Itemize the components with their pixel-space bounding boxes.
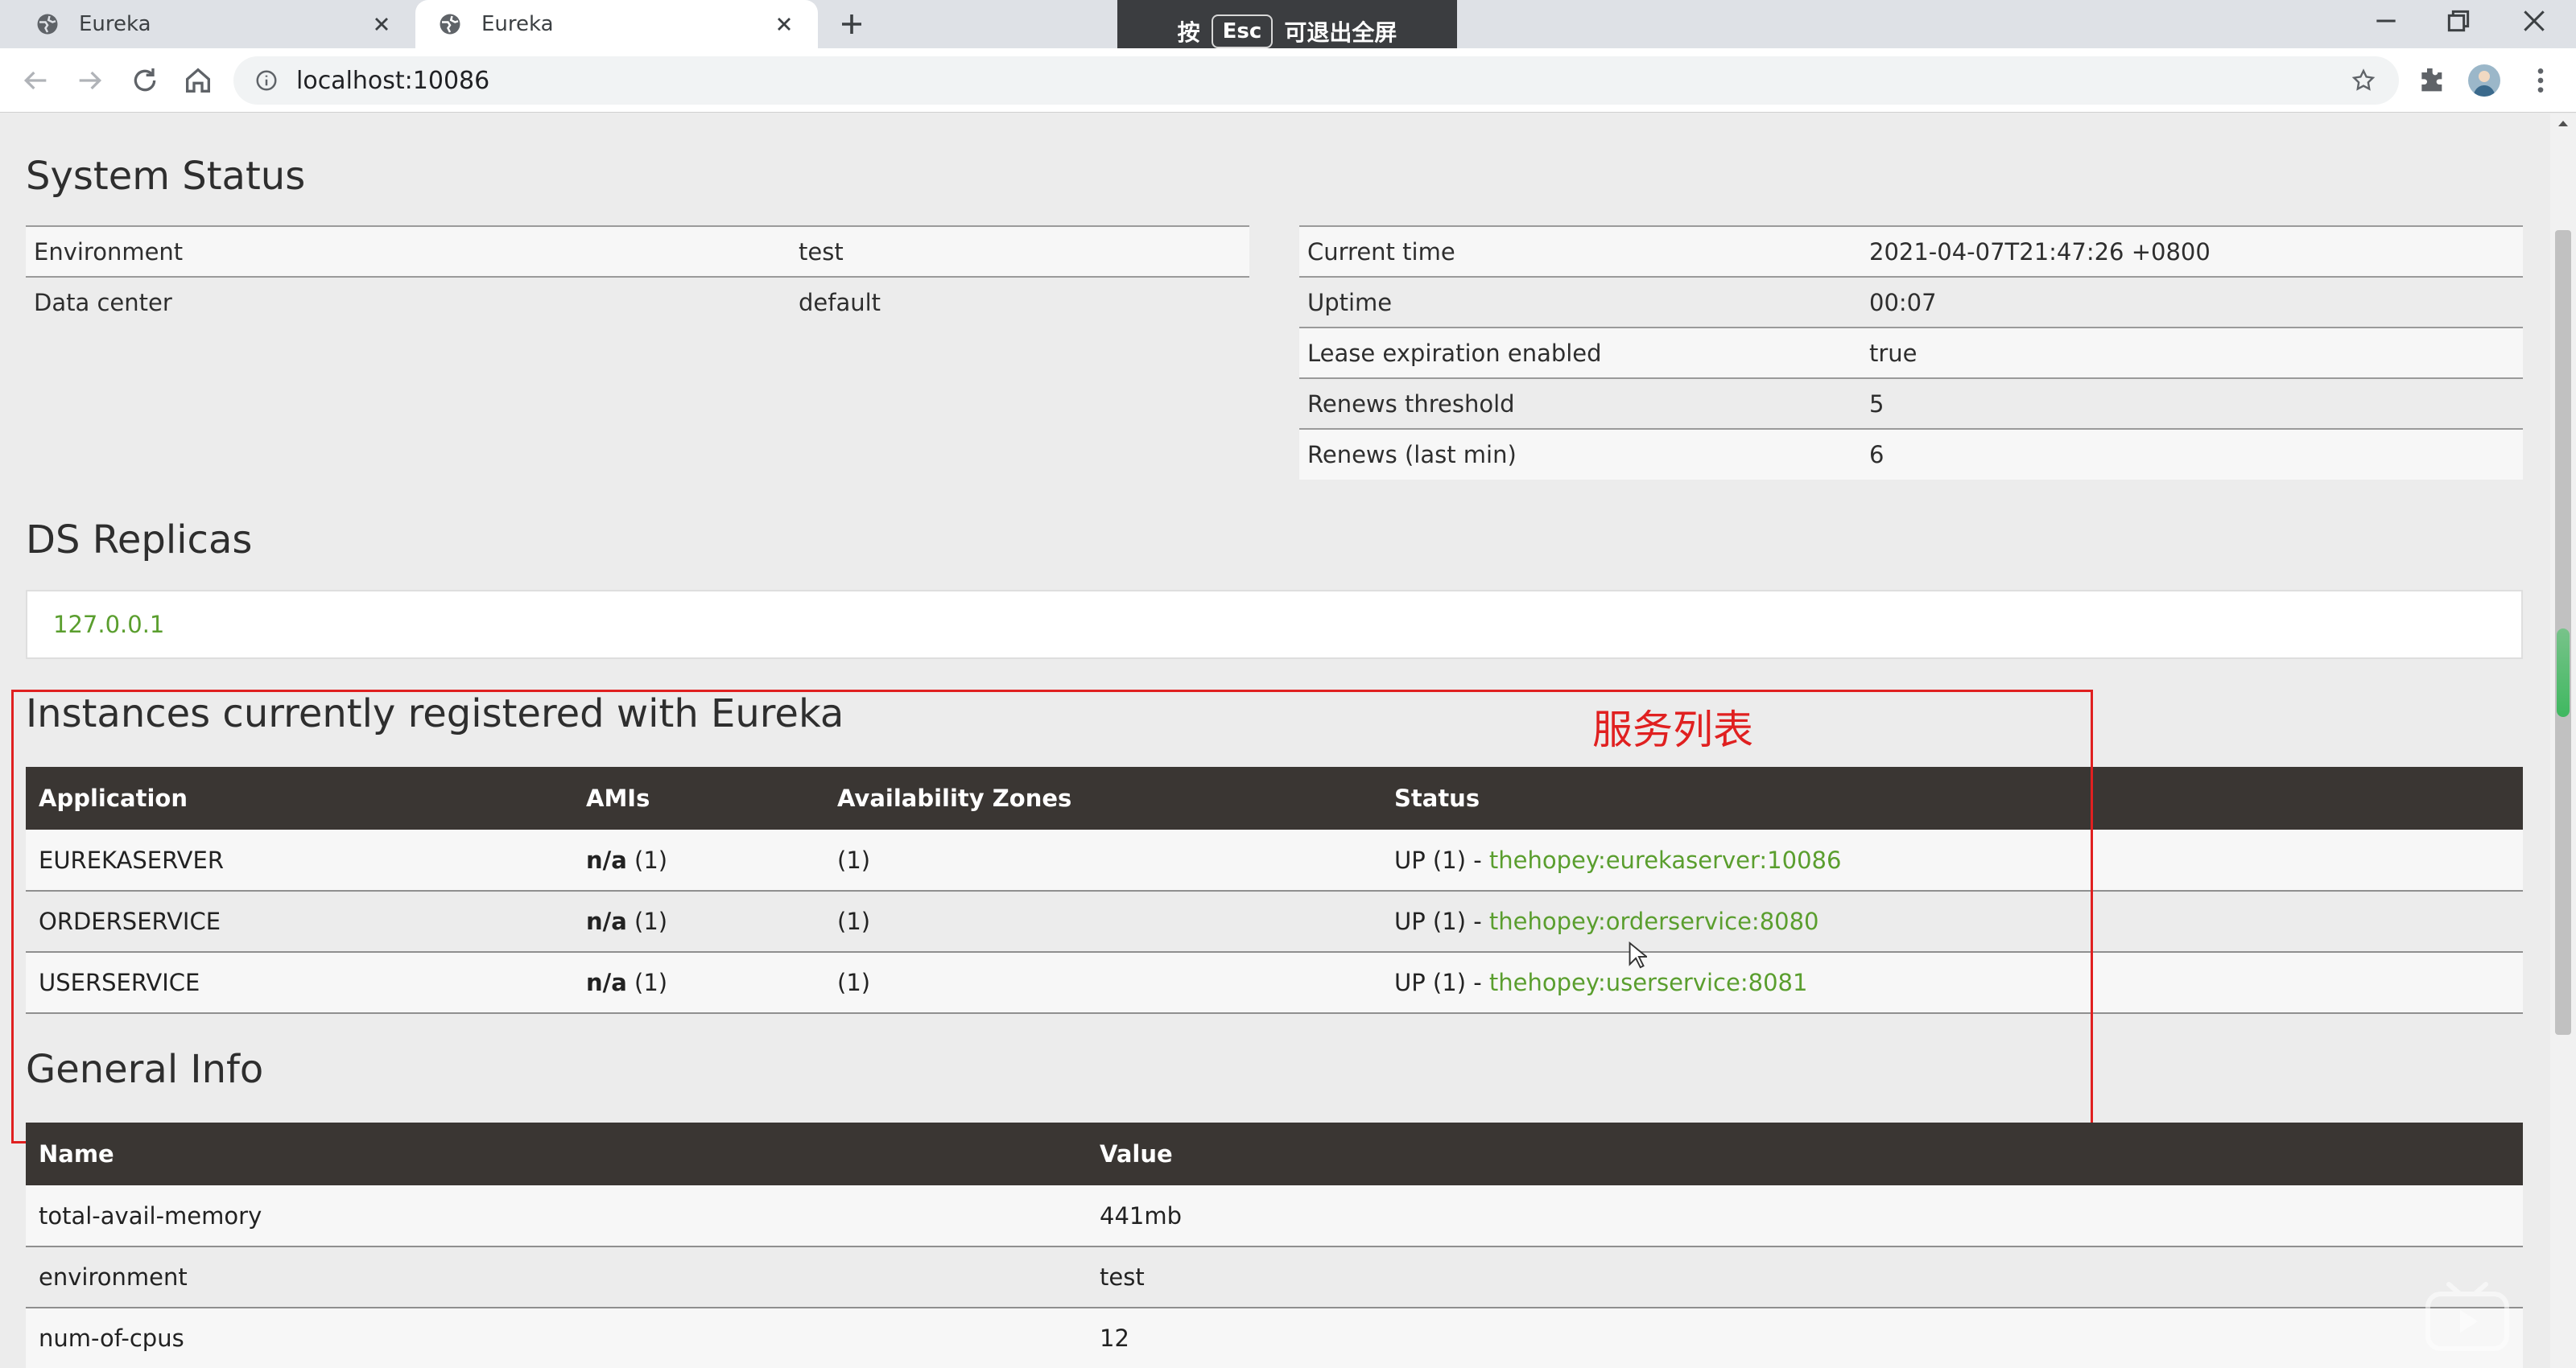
system-status-left-table: Environment test Data center default <box>26 225 1249 328</box>
status-row: Current time 2021-04-07T21:47:26 +0800 <box>1299 225 2523 277</box>
menu-kebab-icon[interactable] <box>2524 64 2557 97</box>
status-row: Uptime 00:07 <box>1299 276 2523 328</box>
replica-link[interactable]: 127.0.0.1 <box>53 611 164 638</box>
column-header: Name <box>26 1123 1087 1185</box>
new-tab-icon[interactable] <box>837 10 866 39</box>
status-value: test <box>791 225 1249 277</box>
address-bar[interactable]: localhost:10086 <box>233 56 2399 105</box>
home-icon[interactable] <box>182 64 214 97</box>
reload-icon[interactable] <box>129 64 161 97</box>
back-arrow-icon[interactable] <box>19 64 52 97</box>
bookmark-star-icon[interactable] <box>2351 68 2376 93</box>
toast-suffix: 可退出全屏 <box>1284 19 1397 46</box>
minimize-icon[interactable] <box>2370 5 2402 37</box>
ds-replicas-list: 127.0.0.1 <box>26 590 2523 659</box>
status-row: Renews threshold 5 <box>1299 377 2523 429</box>
status-label: Current time <box>1299 225 1861 277</box>
general-info-heading: General Info <box>26 1047 264 1092</box>
close-tab-icon[interactable] <box>370 13 393 35</box>
status-label: Renews threshold <box>1299 377 1861 429</box>
status-label: Environment <box>26 225 791 277</box>
general-info-table: Name Value total-avail-memory 441mb envi… <box>26 1123 2523 1368</box>
mouse-cursor-icon <box>1629 942 1647 969</box>
browser-tab-active[interactable]: Eureka <box>415 0 818 48</box>
annotation-label: 服务列表 <box>1592 707 1753 753</box>
status-value: 2021-04-07T21:47:26 +0800 <box>1861 225 2523 277</box>
system-status-right-table: Current time 2021-04-07T21:47:26 +0800 U… <box>1299 225 2523 480</box>
status-row: Data center default <box>26 276 1249 328</box>
info-name-cell: total-avail-memory <box>26 1185 1087 1247</box>
browser-tab[interactable]: Eureka <box>13 0 415 48</box>
tab-title: Eureka <box>481 12 554 36</box>
info-value-cell: test <box>1087 1246 2523 1308</box>
globe-icon <box>440 14 460 35</box>
status-row: Environment test <box>26 225 1249 277</box>
close-window-icon[interactable] <box>2518 5 2550 37</box>
info-name-cell: environment <box>26 1246 1087 1308</box>
column-header: Value <box>1087 1123 2523 1185</box>
ds-replicas-heading: DS Replicas <box>26 517 253 562</box>
table-row: total-avail-memory 441mb <box>26 1185 2523 1247</box>
eureka-dashboard-page: System Status Environment test Data cent… <box>0 113 2550 1368</box>
status-value: default <box>791 276 1249 328</box>
status-value: true <box>1861 327 2523 378</box>
scroll-up-arrow-icon[interactable] <box>2557 118 2570 128</box>
annotation-highlight-box <box>11 690 2093 1143</box>
status-row: Renews (last min) 6 <box>1299 428 2523 480</box>
table-row: environment test <box>26 1246 2523 1308</box>
status-label: Renews (last min) <box>1299 428 1861 480</box>
table-row: num-of-cpus 12 <box>26 1308 2523 1368</box>
system-status-heading: System Status <box>26 154 306 199</box>
forward-arrow-icon[interactable] <box>74 64 106 97</box>
toast-prefix: 按 <box>1177 19 1200 46</box>
status-value: 00:07 <box>1861 276 2523 328</box>
close-tab-icon[interactable] <box>773 13 795 35</box>
info-value-cell: 441mb <box>1087 1185 2523 1247</box>
esc-key-badge: Esc <box>1211 14 1274 48</box>
table-header-row: Name Value <box>26 1123 2523 1185</box>
info-name-cell: num-of-cpus <box>26 1308 1087 1368</box>
restore-icon[interactable] <box>2442 5 2475 37</box>
status-label: Data center <box>26 276 791 328</box>
site-info-icon[interactable] <box>254 68 279 93</box>
status-row: Lease expiration enabled true <box>1299 327 2523 378</box>
scrollbar-overlay-indicator <box>2557 628 2570 717</box>
globe-icon <box>37 14 58 35</box>
status-value: 5 <box>1861 377 2523 429</box>
browser-toolbar: localhost:10086 <box>0 48 2576 113</box>
info-value-cell: 12 <box>1087 1308 2523 1368</box>
tab-title: Eureka <box>79 12 151 36</box>
status-value: 6 <box>1861 428 2523 480</box>
page-scrollbar[interactable] <box>2550 113 2576 1368</box>
profile-avatar[interactable] <box>2468 64 2500 97</box>
status-label: Uptime <box>1299 276 1861 328</box>
url-text: localhost:10086 <box>296 66 490 95</box>
extensions-puzzle-icon[interactable] <box>2415 64 2447 97</box>
status-label: Lease expiration enabled <box>1299 327 1861 378</box>
video-play-watermark-icon <box>2425 1282 2509 1351</box>
avatar-image-icon <box>2473 71 2496 97</box>
